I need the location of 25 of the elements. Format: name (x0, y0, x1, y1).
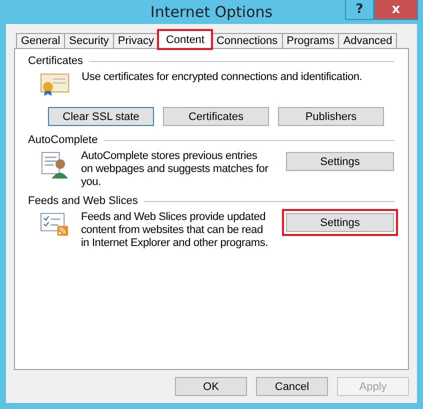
section-heading: AutoComplete (28, 134, 98, 146)
dialog-button[interactable]: OK (175, 377, 247, 396)
tab[interactable]: General (16, 33, 66, 49)
person-form-icon (40, 150, 69, 180)
section-heading: Feeds and Web Slices (28, 195, 138, 207)
section-description: Use certificates for encrypted connections and identification. (82, 71, 364, 84)
tab[interactable]: Programs (282, 33, 340, 49)
section-heading: Certificates (28, 55, 84, 67)
settings-button[interactable]: Settings (286, 213, 394, 232)
window-title: Internet Options (150, 3, 273, 21)
action-button[interactable]: Certificates (163, 107, 269, 126)
section-description: Feeds and Web Slices provide updated content from websites that can be read in Internet Explorer and other programs. (80, 211, 269, 250)
help-button[interactable]: ? (345, 0, 374, 20)
tab[interactable]: Security (64, 33, 114, 49)
tab[interactable]: Privacy (112, 33, 159, 49)
tab[interactable]: Content (158, 30, 212, 49)
feed-list-icon (40, 211, 69, 237)
section-description: AutoComplete stores previous entries on webpages and suggests matches for you. (80, 150, 270, 189)
action-button[interactable]: Publishers (278, 107, 384, 126)
tab[interactable]: Advanced (338, 33, 398, 49)
action-button[interactable]: Clear SSL state (48, 107, 154, 126)
certificate-icon (40, 71, 70, 97)
dialog-button[interactable]: Cancel (256, 377, 328, 396)
close-button[interactable]: x (374, 0, 418, 20)
settings-button[interactable]: Settings (286, 152, 394, 171)
